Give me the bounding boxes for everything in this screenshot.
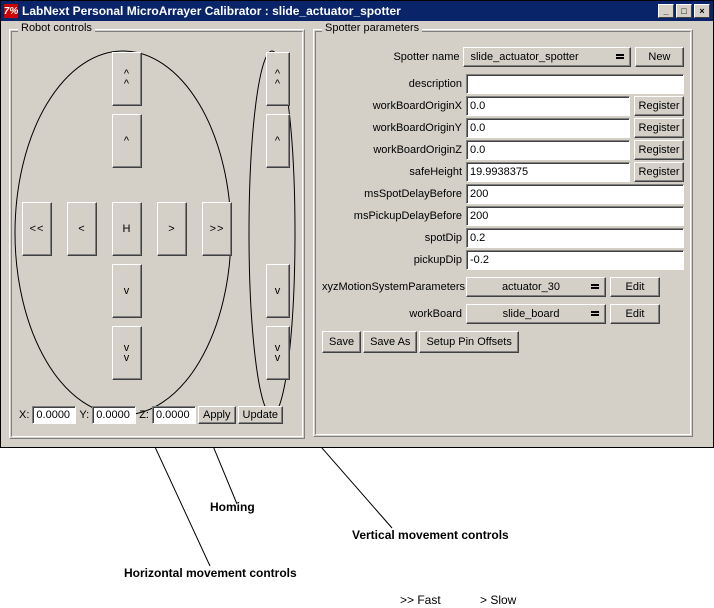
param-row-description: description — [322, 73, 684, 95]
param-label-workBoardOriginX: workBoardOriginX — [322, 100, 462, 112]
register-button-safeHeight[interactable]: Register — [634, 162, 684, 182]
spotter-name-dropdown[interactable]: slide_actuator_spotter — [463, 47, 630, 67]
param-row-pickupDip: pickupDip — [322, 249, 684, 271]
xyz-label: xyzMotionSystemParameters — [322, 281, 462, 293]
param-label-workBoardOriginY: workBoardOriginY — [322, 122, 462, 134]
robot-controls-group: Robot controls ^ ^ ^ << < H > >> v v v ^… — [9, 29, 305, 439]
minimize-button[interactable]: _ — [658, 4, 674, 18]
spotter-params-group: Spotter parameters Spotter name slide_ac… — [313, 29, 693, 437]
x-left-slow-button[interactable]: < — [67, 202, 97, 256]
apply-button[interactable]: Apply — [198, 406, 236, 424]
workboard-dropdown[interactable]: slide_board — [466, 304, 606, 324]
client-area: Robot controls ^ ^ ^ << < H > >> v v v ^… — [1, 21, 713, 447]
param-label-description: description — [322, 78, 462, 90]
y-input[interactable] — [92, 406, 136, 424]
y-label: Y: — [79, 409, 89, 421]
coord-row: X: Y: Z: Apply Update — [18, 406, 296, 424]
param-input-workBoardOriginX[interactable] — [466, 96, 630, 116]
param-label-msSpotDelayBefore: msSpotDelayBefore — [322, 188, 462, 200]
xyz-dropdown[interactable]: actuator_30 — [466, 277, 606, 297]
register-button-workBoardOriginZ[interactable]: Register — [634, 140, 684, 160]
annot-vertical: Vertical movement controls — [352, 528, 509, 542]
update-button[interactable]: Update — [238, 406, 283, 424]
maximize-button[interactable]: □ — [676, 4, 692, 18]
workboard-label: workBoard — [322, 308, 462, 320]
x-right-fast-button[interactable]: >> — [202, 202, 232, 256]
workboard-edit-button[interactable]: Edit — [610, 304, 660, 324]
setup-pin-offsets-button[interactable]: Setup Pin Offsets — [419, 331, 518, 353]
annotation-area: Homing Vertical movement controls Horizo… — [0, 448, 714, 608]
spotter-name-row: Spotter name slide_actuator_spotter New — [322, 46, 684, 68]
y-down-slow-button[interactable]: v — [112, 264, 142, 318]
annot-homing: Homing — [210, 500, 255, 514]
param-label-safeHeight: safeHeight — [322, 166, 462, 178]
param-input-msSpotDelayBefore[interactable] — [466, 184, 684, 204]
register-button-workBoardOriginY[interactable]: Register — [634, 118, 684, 138]
window-title: LabNext Personal MicroArrayer Calibrator… — [22, 4, 656, 18]
y-down-fast-button[interactable]: v v — [112, 326, 142, 380]
param-input-spotDip[interactable] — [466, 228, 684, 248]
titlebar: 7% LabNext Personal MicroArrayer Calibra… — [1, 1, 713, 21]
param-row-msPickupDelayBefore: msPickupDelayBefore — [322, 205, 684, 227]
app-icon: 7% — [4, 4, 18, 18]
z-down-fast-button[interactable]: v v — [266, 326, 290, 380]
xyz-row: xyzMotionSystemParameters actuator_30 Ed… — [322, 276, 684, 298]
param-label-pickupDip: pickupDip — [322, 254, 462, 266]
z-label: Z: — [139, 409, 149, 421]
saveas-button[interactable]: Save As — [363, 331, 417, 353]
x-label: X: — [19, 409, 29, 421]
home-button[interactable]: H — [112, 202, 142, 256]
x-input[interactable] — [32, 406, 76, 424]
xyz-edit-button[interactable]: Edit — [610, 277, 660, 297]
register-button-workBoardOriginX[interactable]: Register — [634, 96, 684, 116]
param-input-workBoardOriginY[interactable] — [466, 118, 630, 138]
x-left-fast-button[interactable]: << — [22, 202, 52, 256]
param-row-workBoardOriginY: workBoardOriginY Register — [322, 117, 684, 139]
z-input[interactable] — [152, 406, 196, 424]
spotter-bottom-buttons: Save Save As Setup Pin Offsets — [322, 331, 684, 353]
annot-slow: > Slow — [480, 593, 516, 607]
param-row-spotDip: spotDip — [322, 227, 684, 249]
spotter-name-label: Spotter name — [322, 51, 459, 63]
param-row-safeHeight: safeHeight Register — [322, 161, 684, 183]
y-up-fast-button[interactable]: ^ ^ — [112, 52, 142, 106]
new-button[interactable]: New — [635, 47, 684, 67]
spotter-params-legend: Spotter parameters — [322, 22, 422, 34]
param-row-msSpotDelayBefore: msSpotDelayBefore — [322, 183, 684, 205]
z-up-fast-button[interactable]: ^ ^ — [266, 52, 290, 106]
robot-grid: ^ ^ ^ << < H > >> v v v ^ ^ ^ v v v — [18, 42, 296, 402]
save-button[interactable]: Save — [322, 331, 361, 353]
z-up-slow-button[interactable]: ^ — [266, 114, 290, 168]
workboard-row: workBoard slide_board Edit — [322, 303, 684, 325]
z-down-slow-button[interactable]: v — [266, 264, 290, 318]
annot-horizontal: Horizontal movement controls — [124, 566, 297, 580]
robot-controls-legend: Robot controls — [18, 22, 95, 34]
x-right-slow-button[interactable]: > — [157, 202, 187, 256]
param-label-workBoardOriginZ: workBoardOriginZ — [322, 144, 462, 156]
param-label-msPickupDelayBefore: msPickupDelayBefore — [322, 210, 462, 222]
param-input-msPickupDelayBefore[interactable] — [466, 206, 684, 226]
param-input-pickupDip[interactable] — [466, 250, 684, 270]
y-up-slow-button[interactable]: ^ — [112, 114, 142, 168]
annot-fast: >> Fast — [400, 593, 441, 607]
param-input-safeHeight[interactable] — [466, 162, 630, 182]
close-button[interactable]: × — [694, 4, 710, 18]
app-window: 7% LabNext Personal MicroArrayer Calibra… — [0, 0, 714, 448]
param-input-workBoardOriginZ[interactable] — [466, 140, 630, 160]
param-input-description[interactable] — [466, 74, 684, 94]
param-row-workBoardOriginX: workBoardOriginX Register — [322, 95, 684, 117]
param-row-workBoardOriginZ: workBoardOriginZ Register — [322, 139, 684, 161]
param-label-spotDip: spotDip — [322, 232, 462, 244]
params-list: Spotter name slide_actuator_spotter New … — [322, 46, 684, 325]
